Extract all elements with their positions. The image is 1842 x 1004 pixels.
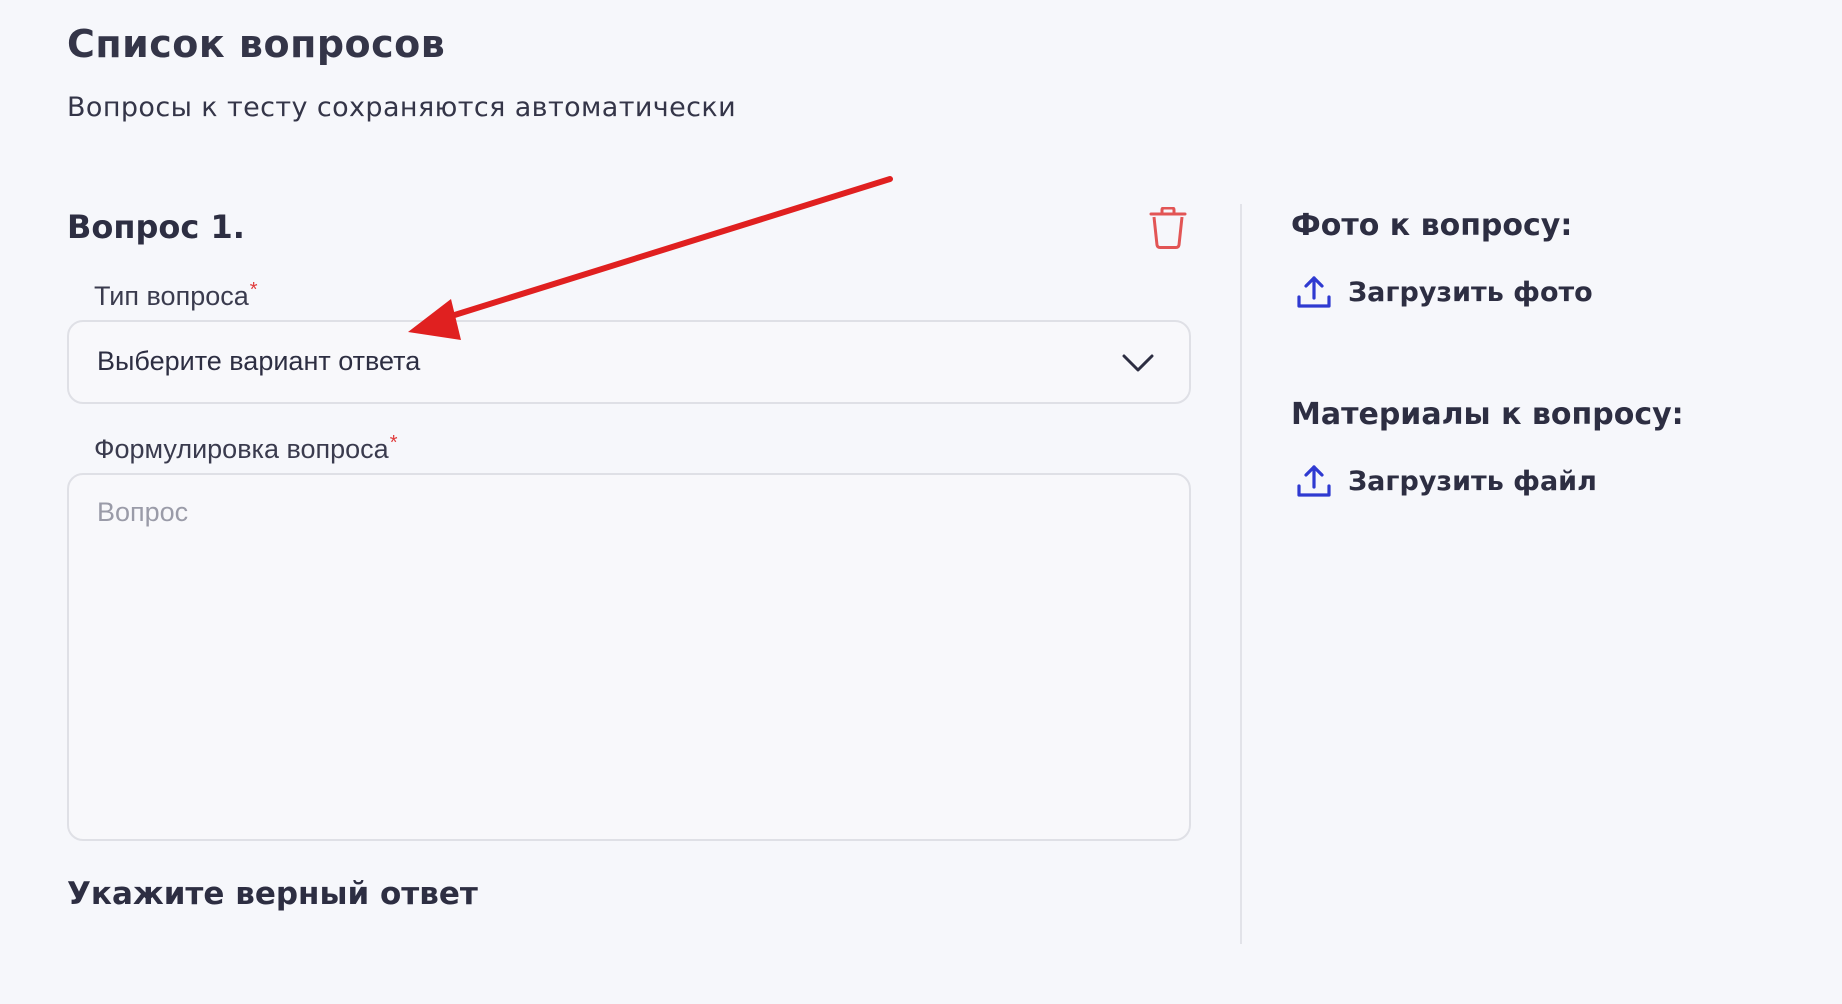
upload-file-label: Загрузить файл (1348, 465, 1597, 497)
required-mark: * (249, 279, 258, 301)
materials-heading: Материалы к вопросу: (1291, 397, 1684, 432)
question-text-label: Формулировка вопроса* (94, 432, 398, 465)
upload-icon (1296, 463, 1332, 499)
correct-answer-heading: Укажите верный ответ (67, 876, 478, 912)
upload-icon (1296, 274, 1332, 310)
upload-file-button[interactable]: Загрузить файл (1296, 463, 1597, 499)
question-type-value: Выберите вариант ответа (97, 346, 421, 376)
question-type-select[interactable]: Выберите вариант ответа (67, 320, 1191, 404)
upload-photo-label: Загрузить фото (1348, 276, 1593, 308)
page-title: Список вопросов (67, 22, 446, 66)
photo-heading: Фото к вопросу: (1291, 208, 1573, 243)
delete-question-button[interactable] (1146, 204, 1190, 252)
question-type-label-text: Тип вопроса (94, 281, 249, 311)
page-subtitle: Вопросы к тесту сохраняются автоматическ… (67, 92, 737, 123)
question-text-input[interactable] (67, 473, 1191, 841)
question-type-label: Тип вопроса* (94, 279, 258, 312)
chevron-down-icon (1122, 354, 1154, 372)
required-mark: * (389, 432, 398, 454)
trash-icon (1149, 207, 1187, 249)
upload-photo-button[interactable]: Загрузить фото (1296, 274, 1593, 310)
question-text-label-text: Формулировка вопроса (94, 434, 389, 464)
question-heading: Вопрос 1. (67, 208, 245, 246)
column-divider (1240, 204, 1242, 944)
